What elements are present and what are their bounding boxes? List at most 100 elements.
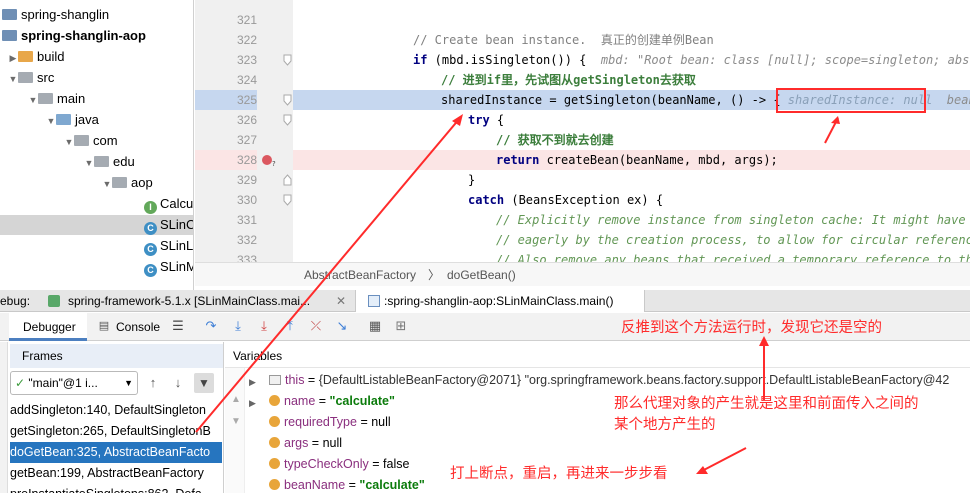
breakpoint-icon[interactable]: ?	[261, 153, 277, 167]
annotation-note-2b: 某个地方产生的	[614, 417, 716, 433]
tree-item-src[interactable]: ▼ src	[8, 68, 55, 89]
evaluate-expression-icon[interactable]: ▦	[367, 318, 383, 334]
fold-marker-icon[interactable]	[283, 54, 292, 66]
tree-item-build[interactable]: ▶ build	[8, 47, 65, 68]
line-number: 333	[236, 253, 257, 262]
close-tab-icon[interactable]: ✕	[336, 290, 346, 312]
tree-item-main[interactable]: ▼ main	[28, 89, 86, 110]
variable-name: beanName	[284, 478, 346, 492]
filter-icon[interactable]: ▼	[194, 373, 214, 393]
variable-row[interactable]: name = "calculate"	[269, 391, 395, 412]
code-comment: // Also remove any beans that received a…	[496, 253, 970, 262]
settings-icon[interactable]: ⊞	[393, 318, 409, 334]
line-number: 328	[195, 150, 257, 170]
code-text: }	[468, 173, 476, 187]
tree-label: main	[57, 91, 86, 106]
chevron-down-icon[interactable]: ▼	[64, 132, 74, 152]
variables-side-toolbar	[225, 368, 245, 493]
breadcrumb-method[interactable]: doGetBean()	[447, 263, 516, 287]
console-icon[interactable]: ▤	[96, 318, 112, 334]
tab-debugger[interactable]: Debugger	[9, 313, 87, 341]
arrow-down-icon[interactable]: ↓	[170, 375, 186, 391]
parameter-icon	[269, 479, 280, 490]
frame-item[interactable]: getBean:199, AbstractBeanFactory	[10, 463, 222, 484]
tab-console[interactable]: Console	[116, 320, 160, 334]
debug-tab-label: :spring-shanglin-aop:SLinMainClass.main(…	[384, 294, 614, 308]
fold-marker-icon[interactable]	[283, 94, 292, 106]
chevron-right-icon[interactable]: ▶	[8, 48, 18, 68]
tree-item-slinm[interactable]: C SLinM	[144, 257, 193, 277]
variable-name: this	[285, 373, 305, 387]
arrow-up-icon[interactable]: ↑	[145, 375, 161, 391]
debug-tab-framework[interactable]: spring-framework-5.1.x [SLinMainClass.ma…	[68, 290, 310, 312]
step-out-icon[interactable]: ⤒	[282, 318, 298, 334]
tree-item-com[interactable]: ▼ com	[64, 131, 118, 151]
tree-item-calcu[interactable]: I Calcu	[144, 194, 193, 214]
step-into-icon[interactable]: ⤓	[230, 318, 246, 334]
module-icon	[2, 30, 17, 41]
chevron-down-icon[interactable]: ▼	[102, 174, 112, 194]
folder-icon	[18, 51, 33, 62]
run-config-icon	[368, 295, 380, 307]
arrow-down-icon[interactable]: ▼	[231, 416, 241, 427]
project-tree: spring-shanglin spring-shanglin-aop ▶ bui…	[0, 0, 194, 291]
variable-value: false	[383, 457, 410, 471]
tree-item-slinc[interactable]: C SLinC	[0, 215, 193, 235]
variable-row[interactable]: typeCheckOnly = false	[269, 454, 409, 475]
chevron-down-icon[interactable]: ▼	[84, 153, 94, 173]
chevron-right-icon[interactable]: ▶	[249, 377, 256, 388]
variable-eq: =	[304, 373, 319, 387]
variable-row[interactable]: this = {DefaultListableBeanFactory@2071}…	[269, 370, 949, 391]
line-number: 330	[236, 193, 257, 207]
frame-item[interactable]: preInstantiateSingletons:862, Defa	[10, 484, 222, 493]
tree-item-edu[interactable]: ▼ edu	[84, 152, 135, 172]
variable-value: null	[322, 436, 343, 450]
tree-item-aop[interactable]: ▼ aop	[102, 173, 153, 193]
arrow-up-icon[interactable]: ▲	[231, 394, 241, 405]
field-icon	[269, 375, 281, 385]
line-number: 323	[236, 53, 257, 67]
tree-label: edu	[113, 154, 135, 169]
chevron-right-icon[interactable]: ▶	[249, 398, 256, 409]
chevron-down-icon[interactable]: ▼	[8, 69, 18, 89]
tree-item-java[interactable]: ▼ java	[46, 110, 99, 130]
force-step-into-icon[interactable]: ⤓	[256, 318, 272, 334]
editor-gutter[interactable]: 321 322 323 324 325 326 327 328 329 330 …	[195, 0, 293, 262]
chevron-down-icon[interactable]: ▼	[46, 111, 56, 131]
variable-row[interactable]: beanName = "calculate"	[269, 475, 425, 493]
frame-item[interactable]: addSingleton:140, DefaultSingleton	[10, 400, 222, 421]
fold-marker-icon[interactable]	[283, 114, 292, 126]
tree-label: SLinL	[160, 238, 194, 253]
code-keyword: return	[496, 153, 540, 167]
breadcrumb-class[interactable]: AbstractBeanFactory	[304, 263, 416, 287]
debug-tab-active[interactable]: :spring-shanglin-aop:SLinMainClass.main(…	[355, 290, 645, 312]
fold-marker-icon[interactable]	[283, 174, 292, 186]
frame-item-selected[interactable]: doGetBean:325, AbstractBeanFacto	[10, 442, 222, 463]
code-keyword: try	[468, 113, 490, 127]
step-over-icon[interactable]: ↷	[203, 318, 219, 334]
tree-item-spring-shanglin-aop[interactable]: spring-shanglin-aop	[2, 26, 146, 46]
tree-item-slinl[interactable]: C SLinL	[144, 236, 193, 256]
variable-eq: =	[315, 394, 330, 408]
variable-eq: =	[368, 457, 384, 471]
debug-label: ebug:	[0, 294, 31, 308]
variable-row[interactable]: requiredType = null	[269, 412, 391, 433]
tree-item-spring-shanglin[interactable]: spring-shanglin	[2, 5, 109, 25]
code-keyword: if	[413, 53, 428, 67]
variable-row[interactable]: args = null	[269, 433, 342, 454]
fold-marker-icon[interactable]	[283, 194, 292, 206]
parameter-icon	[269, 458, 280, 469]
frame-item[interactable]: getSingleton:265, DefaultSingletonB	[10, 421, 222, 442]
run-to-cursor-icon[interactable]: ↘	[334, 318, 350, 334]
code-editor[interactable]: // Create bean instance. 真正的创建单例Bean if …	[293, 0, 970, 262]
menu-icon[interactable]: ☰	[170, 318, 186, 334]
variable-name: args	[284, 436, 309, 450]
thread-select[interactable]: ✓ "main"@1 i... ▼	[10, 371, 138, 395]
drop-frame-icon[interactable]: ⤫	[308, 318, 324, 334]
variable-name: typeCheckOnly	[284, 457, 369, 471]
line-number: 329	[236, 173, 257, 187]
chevron-down-icon[interactable]: ▼	[28, 90, 38, 110]
tree-label: Calcu	[160, 196, 194, 211]
code-text: sharedInstance = getSingleton(beanName, …	[441, 93, 781, 107]
variables-header: Variables	[225, 344, 970, 368]
